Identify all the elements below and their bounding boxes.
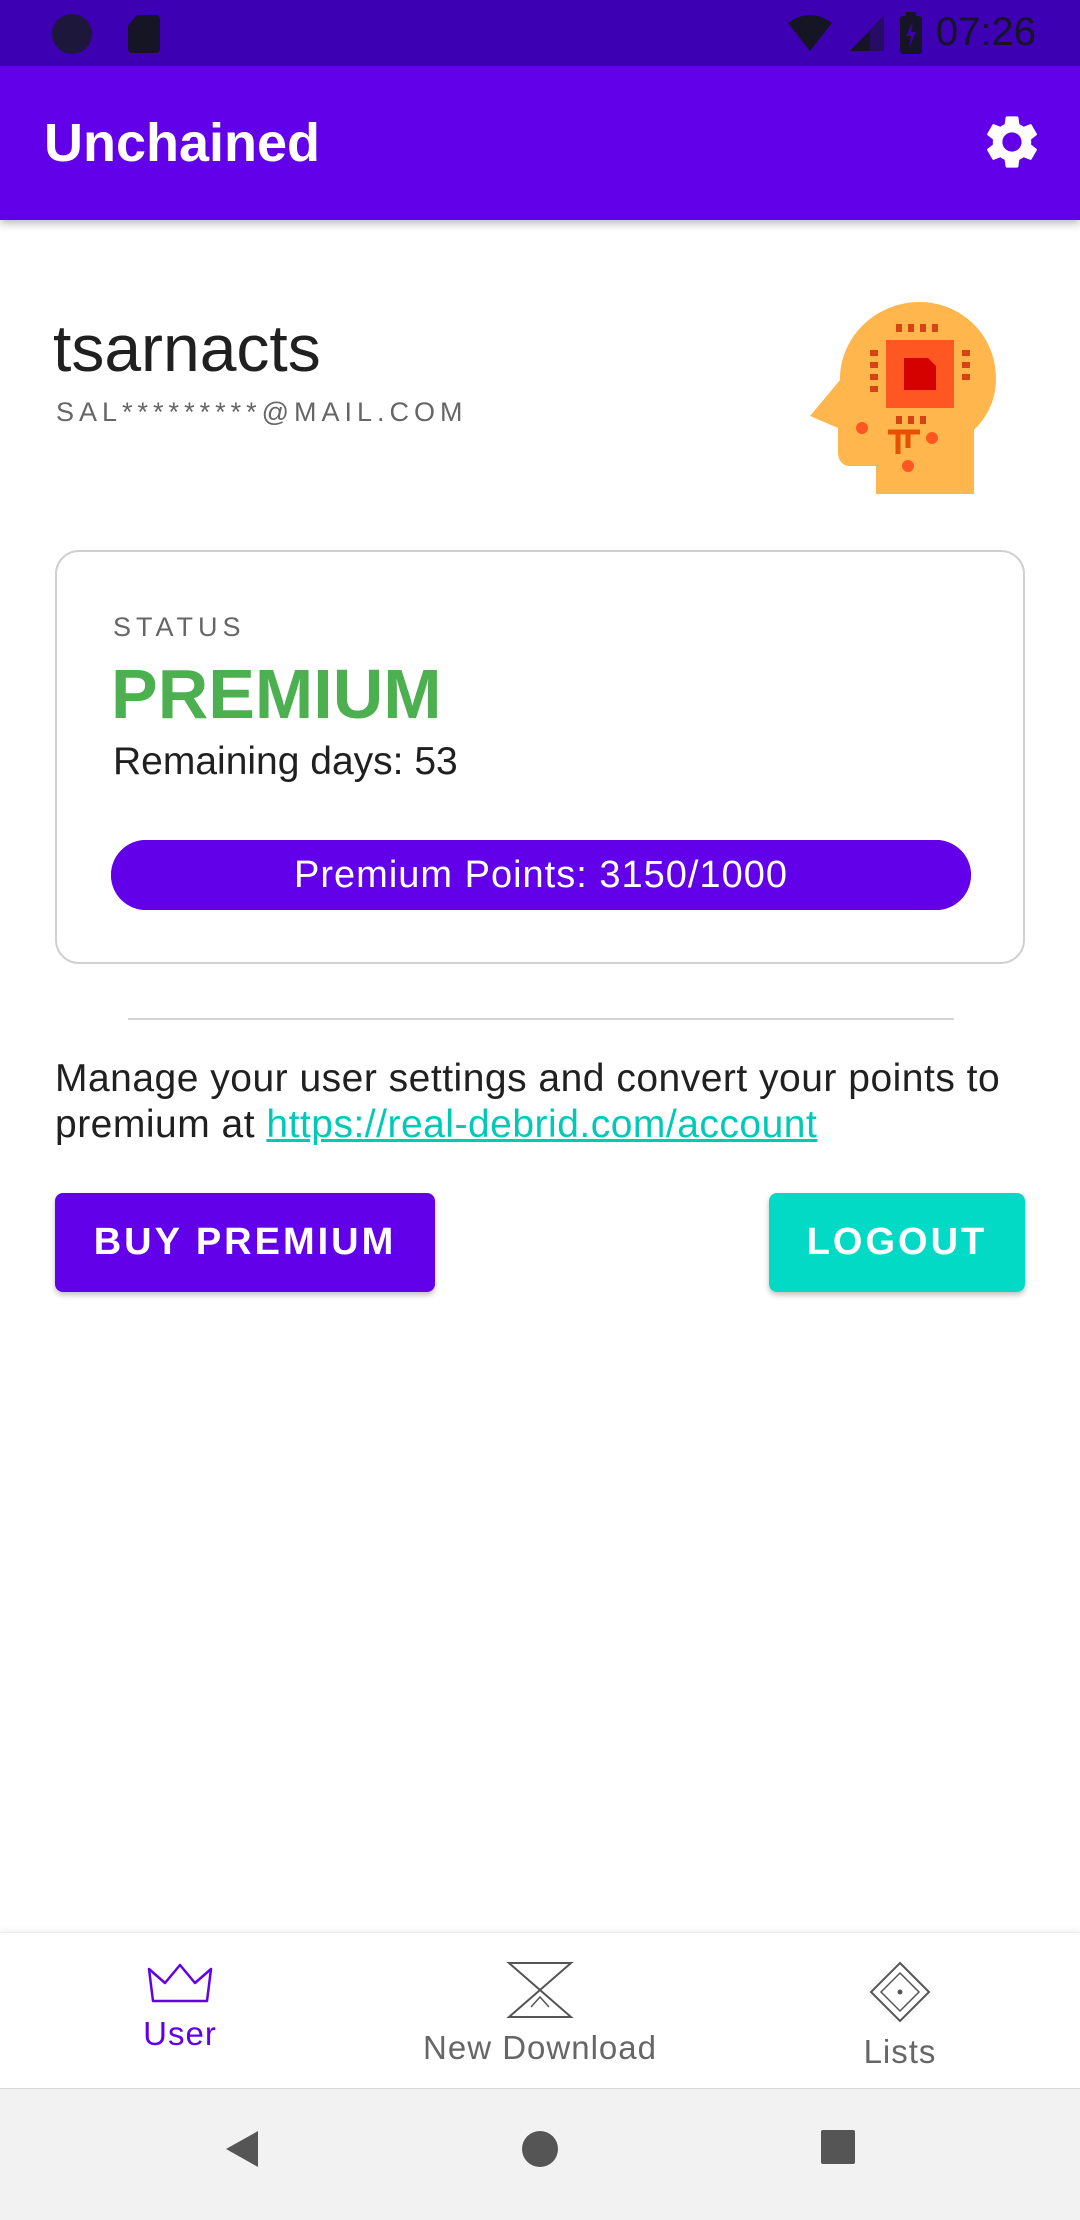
cell-signal-icon bbox=[849, 14, 884, 51]
app-bar: Unchained bbox=[0, 66, 1080, 220]
wifi-icon bbox=[787, 14, 832, 51]
crown-icon bbox=[147, 1963, 213, 2003]
status-card: STATUS PREMIUM Remaining days: 53 Premiu… bbox=[55, 550, 1025, 964]
premium-points-progress: Premium Points: 3150/1000 bbox=[111, 840, 971, 910]
home-icon[interactable] bbox=[520, 2129, 560, 2169]
bottom-navigation: User New Download Lists bbox=[0, 1932, 1080, 2088]
recents-icon[interactable] bbox=[820, 2129, 856, 2165]
settings-button[interactable] bbox=[980, 110, 1044, 174]
hourglass-icon bbox=[506, 1962, 574, 2018]
buy-premium-button[interactable]: BUY PREMIUM bbox=[55, 1193, 435, 1292]
app-title: Unchained bbox=[44, 113, 321, 173]
gear-icon bbox=[987, 116, 1037, 168]
nav-label-lists: Lists bbox=[863, 2033, 937, 2070]
clock: 07:26 bbox=[935, 10, 1036, 54]
status-value: PREMIUM bbox=[111, 655, 442, 733]
head-chip-icon bbox=[810, 302, 996, 494]
account-link[interactable]: https://real-debrid.com/account bbox=[266, 1103, 817, 1146]
diamond-icon bbox=[869, 1961, 931, 2023]
nav-item-user[interactable]: User bbox=[0, 1933, 360, 2089]
battery-charging-icon bbox=[899, 11, 922, 54]
notification-dot-icon bbox=[52, 14, 92, 54]
premium-points-text: Premium Points: 3150/1000 bbox=[294, 853, 788, 896]
sd-card-icon bbox=[128, 15, 160, 53]
status-bar: 07:26 bbox=[0, 0, 1080, 66]
divider bbox=[128, 1018, 954, 1020]
nav-item-new-download[interactable]: New Download bbox=[360, 1933, 720, 2089]
nav-label-new-download: New Download bbox=[423, 2029, 657, 2066]
username: tsarnacts bbox=[53, 311, 321, 385]
back-icon[interactable] bbox=[224, 2129, 260, 2169]
nav-item-lists[interactable]: Lists bbox=[720, 1933, 1080, 2089]
remaining-days-label: Remaining days: bbox=[113, 740, 415, 783]
remaining-days-value: 53 bbox=[414, 740, 458, 783]
status-label: STATUS bbox=[113, 612, 246, 642]
user-email: SAL*********@MAIL.COM bbox=[56, 397, 468, 427]
system-navigation-bar bbox=[0, 2088, 1080, 2220]
logout-button[interactable]: LOGOUT bbox=[769, 1193, 1025, 1292]
nav-label-user: User bbox=[143, 2015, 217, 2052]
avatar bbox=[800, 298, 1000, 498]
remaining-days: Remaining days: 53 bbox=[113, 740, 458, 784]
manage-info-text: Manage your user settings and convert yo… bbox=[55, 1056, 1035, 1148]
